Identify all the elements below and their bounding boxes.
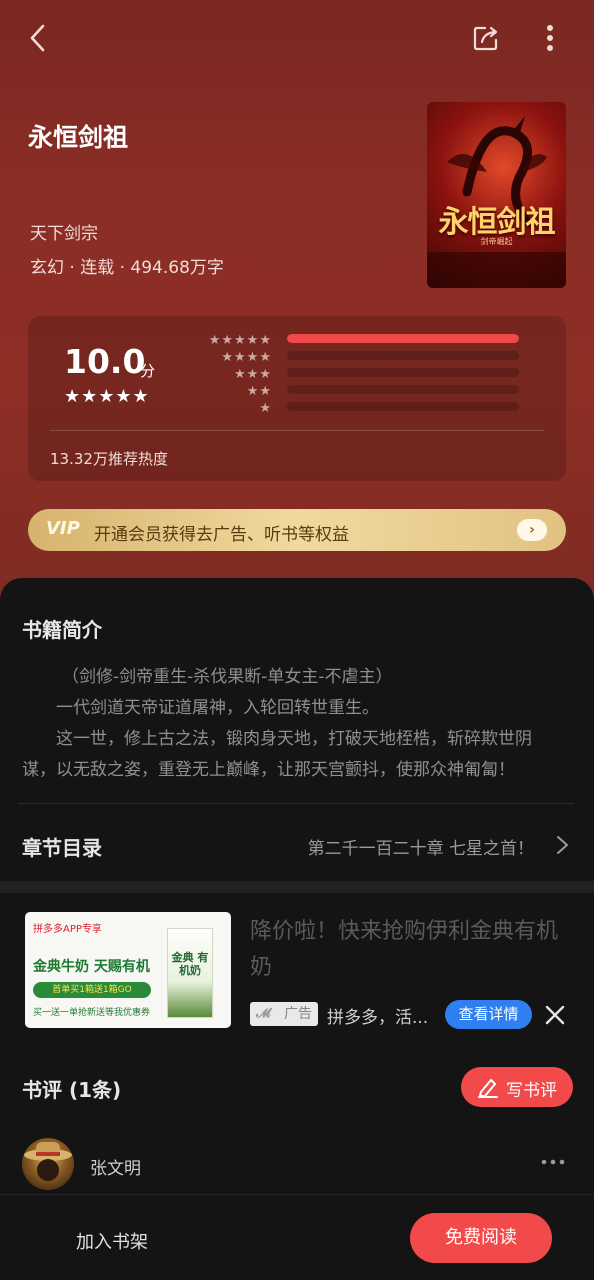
book-meta: 玄幻 · 连载 · 494.68万字: [30, 258, 224, 278]
more-button[interactable]: [532, 18, 568, 58]
ad-badge: 𝓜 广告: [250, 1002, 318, 1026]
rating-distribution: [287, 334, 519, 419]
ad-image-promo: 首单买1箱送1箱GO: [33, 982, 151, 998]
intro-line: （剑修-剑帝重生-杀伐果断-单女主-不虐主）: [62, 667, 393, 687]
book-cover[interactable]: 永恒剑祖 剑帝崛起: [427, 102, 566, 288]
rating-score: 10.0: [64, 342, 146, 381]
ad-image-tag: 拼多多APP专享: [33, 924, 102, 935]
review-username[interactable]: 张文明: [90, 1154, 141, 1179]
intro-line: 这一世，修上古之法，锻肉身天地，打破天地桎梏，斩碎欺世阴: [56, 729, 532, 749]
read-free-button[interactable]: 免费阅读: [410, 1213, 552, 1263]
avatar-image: [24, 1142, 72, 1181]
ad-image[interactable]: 拼多多APP专享 金典牛奶 天赐有机 首单买1箱送1箱GO 买一送一单抢新送等我…: [25, 912, 231, 1028]
more-horizontal-icon[interactable]: [540, 1152, 566, 1172]
rating-unit: 分: [140, 362, 156, 380]
intro-title: 书籍简介: [22, 618, 102, 642]
book-header: 永恒剑祖 天下剑宗 玄幻 · 连载 · 494.68万字 永恒剑祖 剑帝崛起 1…: [0, 0, 594, 640]
ad-carton-label: 金典 有机奶: [171, 951, 209, 977]
toc-latest-chapter[interactable]: 第二千一百二十章 七星之首！: [308, 834, 534, 859]
bottom-action-bar: 加入书架 免费阅读: [0, 1194, 594, 1280]
avatar[interactable]: [22, 1138, 74, 1190]
rating-bar-5: [287, 334, 519, 343]
vip-arrow-icon[interactable]: ›: [517, 519, 547, 541]
add-to-shelf-button[interactable]: 加入书架: [76, 1228, 148, 1254]
cover-subtitle: 剑帝崛起: [480, 237, 513, 246]
star-level-labels: ★★★★★ ★★★★ ★★★ ★★ ★: [188, 332, 272, 417]
book-author[interactable]: 天下剑宗: [30, 219, 98, 244]
ad-title[interactable]: 降价啦！快来抢购伊利金典有机奶: [250, 914, 570, 986]
top-bar: [0, 0, 594, 76]
chevron-right-icon[interactable]: [552, 834, 572, 856]
cover-title: 永恒剑祖: [438, 205, 556, 240]
ad-image-foot: 买一送一单抢新送等我优惠券: [33, 1008, 151, 1018]
recommend-heat: 13.32万推荐热度: [50, 450, 168, 468]
vip-text: 开通会员获得去广告、听书等权益: [94, 525, 349, 545]
rating-bar-fill: [287, 334, 519, 343]
intro-line: 一代剑道天帝证道屠神，入轮回转世重生。: [56, 698, 379, 718]
write-review-button[interactable]: 写书评: [461, 1067, 573, 1107]
reviews-title: 书评 (1条): [22, 1078, 122, 1102]
close-icon[interactable]: [540, 1000, 570, 1030]
toc-title[interactable]: 章节目录: [22, 832, 102, 861]
ad-image-headline: 金典牛奶 天赐有机: [33, 959, 150, 975]
intro-line: 谋，以无敌之姿，重登无上巅峰，让那天宫颤抖，使那众神匍匐！: [22, 760, 515, 780]
chevron-left-icon: [30, 24, 45, 52]
share-button[interactable]: [466, 18, 506, 58]
more-vertical-icon: [547, 25, 553, 51]
rating-stars: ★★★★★: [64, 386, 150, 407]
card-divider: [50, 430, 544, 431]
star-row-2: ★★: [246, 384, 272, 399]
share-icon: [473, 26, 498, 51]
book-title: 永恒剑祖: [28, 123, 129, 152]
ad-detail-button[interactable]: 查看详情: [445, 1000, 532, 1029]
dragon-art: [427, 116, 566, 288]
rating-card: 10.0 分 ★★★★★ ★★★★★ ★★★★ ★★★ ★★ ★ 13.32万推…: [28, 316, 566, 481]
write-review-label: 写书评: [506, 1081, 557, 1101]
rating-bar-3: [287, 368, 519, 377]
ad-logo-icon: 𝓜: [256, 1006, 271, 1021]
rating-bar-1: [287, 402, 519, 411]
rating-bar-4: [287, 351, 519, 360]
star-row-4: ★★★★: [221, 350, 272, 365]
vip-icon: VIP: [46, 518, 80, 539]
star-row-1: ★: [259, 401, 272, 416]
ad-source: 拼多多，活...: [327, 1008, 429, 1028]
pen-icon: [478, 1079, 498, 1098]
section-separator: [0, 881, 594, 893]
divider: [18, 803, 574, 804]
star-row-3: ★★★: [234, 367, 272, 382]
back-button[interactable]: [18, 18, 58, 58]
star-row-5: ★★★★★: [208, 333, 272, 348]
milk-carton-image: 金典 有机奶: [167, 928, 213, 1018]
rating-bar-2: [287, 385, 519, 394]
ad-badge-label: 广告: [284, 1006, 312, 1022]
vip-banner[interactable]: VIP 开通会员获得去广告、听书等权益 ›: [28, 509, 566, 551]
